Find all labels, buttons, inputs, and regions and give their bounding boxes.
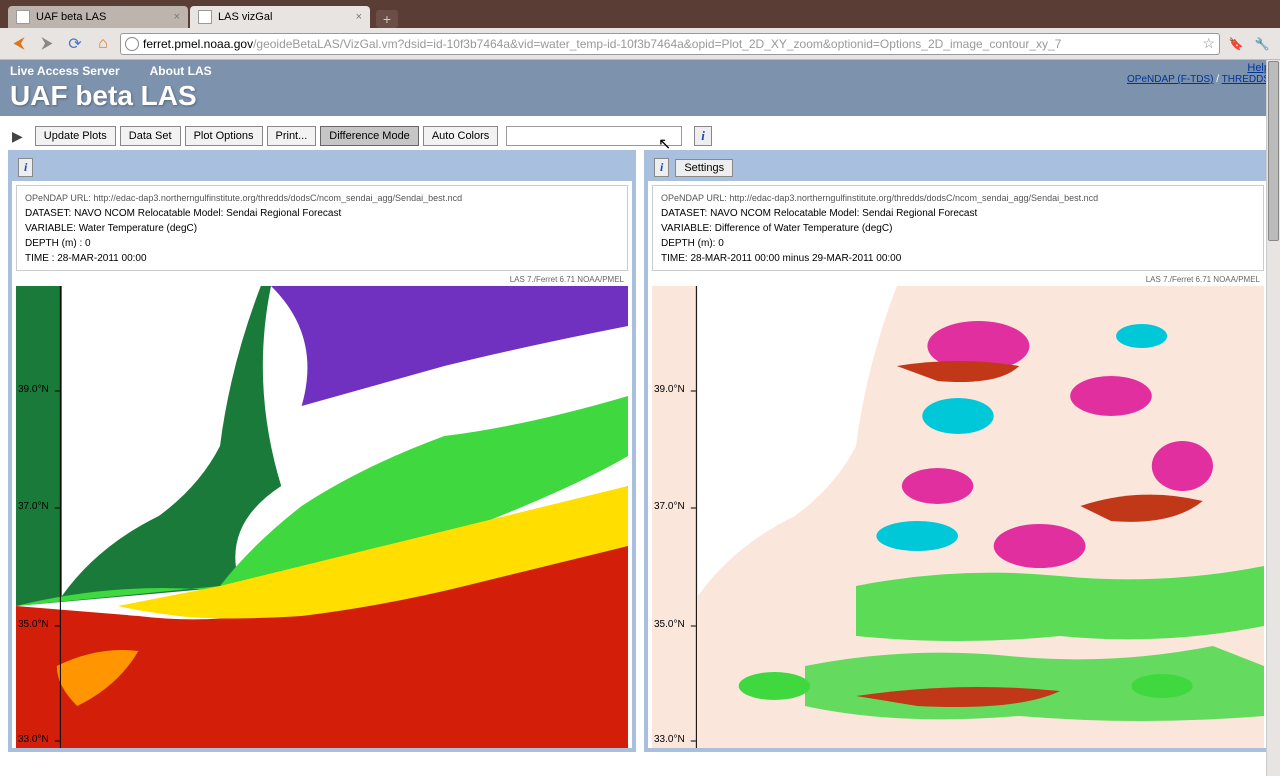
left-panel-header: i	[12, 154, 632, 181]
new-tab-button[interactable]: +	[376, 10, 398, 28]
tab-title: LAS vizGal	[218, 11, 272, 23]
close-icon[interactable]: ×	[174, 11, 180, 23]
thredds-link[interactable]: THREDDS	[1222, 74, 1270, 85]
right-panel-header: i Settings	[648, 154, 1268, 181]
nav-live-access-server[interactable]: Live Access Server	[10, 64, 120, 78]
browser-tab-strip: UAF beta LAS × LAS vizGal × +	[0, 0, 1280, 28]
browser-tab-uaf[interactable]: UAF beta LAS ×	[8, 6, 188, 28]
opendap-url: OPeNDAP URL: http://edac-dap3.northerngu…	[661, 192, 1255, 206]
time-label: TIME : 28-MAR-2011 00:00	[25, 251, 619, 266]
tab-title: UAF beta LAS	[36, 11, 106, 23]
left-panel-metadata: OPeNDAP URL: http://edac-dap3.northerngu…	[16, 185, 628, 271]
cursor-icon: ↖	[658, 134, 671, 154]
ytick: 33.0°N	[18, 734, 49, 745]
depth-label: DEPTH (m): 0	[661, 236, 1255, 251]
app-header: Live Access Server About LAS Help OPeNDA…	[0, 60, 1280, 116]
time-label: TIME: 28-MAR-2011 00:00 minus 29-MAR-201…	[661, 251, 1255, 266]
toolbar-input[interactable]	[506, 126, 682, 146]
globe-icon	[125, 37, 139, 51]
extension-icon[interactable]: 🔖	[1226, 34, 1246, 54]
settings-button[interactable]: Settings	[675, 159, 733, 177]
ytick: 37.0°N	[18, 501, 49, 512]
print-button[interactable]: Print...	[267, 126, 317, 146]
ytick: 39.0°N	[18, 384, 49, 395]
url-host: ferret.pmel.noaa.gov	[143, 37, 253, 51]
url-path: /geoideBetaLAS/VizGal.vm?dsid=id-10f3b74…	[253, 37, 1061, 51]
right-plot[interactable]: 39.0°N 37.0°N 35.0°N 33.0°N	[652, 286, 1264, 748]
close-icon[interactable]: ×	[356, 11, 362, 23]
depth-label: DEPTH (m) : 0	[25, 236, 619, 251]
tab-favicon	[198, 10, 212, 24]
variable-label: VARIABLE: Difference of Water Temperatur…	[661, 221, 1255, 236]
data-set-button[interactable]: Data Set	[120, 126, 181, 146]
ytick: 39.0°N	[654, 384, 685, 395]
plot-credit: LAS 7./Ferret 6.71 NOAA/PMEL	[648, 275, 1268, 286]
header-right-links: Help OPeNDAP (F-TDS) / THREDDS	[1127, 62, 1270, 85]
nav-about-las[interactable]: About LAS	[150, 64, 212, 78]
panel-info-button[interactable]: i	[654, 158, 669, 177]
scrollbar-thumb[interactable]	[1268, 61, 1279, 241]
bookmark-star-icon[interactable]: ☆	[1202, 35, 1215, 52]
plot-options-button[interactable]: Plot Options	[185, 126, 263, 146]
page-title: UAF beta LAS	[10, 80, 1270, 112]
plot-panels: i OPeNDAP URL: http://edac-dap3.northern…	[0, 150, 1280, 752]
opendap-url: OPeNDAP URL: http://edac-dap3.northerngu…	[25, 192, 619, 206]
forward-button[interactable]: ⮞	[36, 33, 58, 55]
plot-credit: LAS 7./Ferret 6.71 NOAA/PMEL	[12, 275, 632, 286]
dataset-label: DATASET: NAVO NCOM Relocatable Model: Se…	[25, 206, 619, 221]
url-bar[interactable]: ferret.pmel.noaa.gov/geoideBetaLAS/VizGa…	[120, 33, 1220, 55]
ytick: 35.0°N	[654, 619, 685, 630]
left-plot[interactable]: 39.0°N 37.0°N 35.0°N 33.0°N	[16, 286, 628, 748]
ytick: 35.0°N	[18, 619, 49, 630]
opendap-link[interactable]: OPeNDAP (F-TDS)	[1127, 74, 1214, 85]
app-toolbar: ▶ Update Plots Data Set Plot Options Pri…	[0, 116, 1280, 150]
browser-toolbar: ⮜ ⮞ ⟳ ⌂ ferret.pmel.noaa.gov/geoideBetaL…	[0, 28, 1280, 60]
difference-mode-button[interactable]: Difference Mode	[320, 126, 419, 146]
info-button[interactable]: i	[694, 126, 712, 146]
browser-tab-vizgal[interactable]: LAS vizGal ×	[190, 6, 370, 28]
auto-colors-button[interactable]: Auto Colors	[423, 126, 498, 146]
dataset-label: DATASET: NAVO NCOM Relocatable Model: Se…	[661, 206, 1255, 221]
reload-button[interactable]: ⟳	[64, 33, 86, 55]
play-icon[interactable]: ▶	[12, 128, 23, 145]
tab-favicon	[16, 10, 30, 24]
left-panel: i OPeNDAP URL: http://edac-dap3.northern…	[8, 150, 636, 752]
back-button[interactable]: ⮜	[8, 33, 30, 55]
ytick: 33.0°N	[654, 734, 685, 745]
right-panel-metadata: OPeNDAP URL: http://edac-dap3.northerngu…	[652, 185, 1264, 271]
ytick: 37.0°N	[654, 501, 685, 512]
panel-info-button[interactable]: i	[18, 158, 33, 177]
wrench-icon[interactable]: 🔧	[1252, 34, 1272, 54]
right-panel: i Settings OPeNDAP URL: http://edac-dap3…	[644, 150, 1272, 752]
vertical-scrollbar[interactable]	[1266, 60, 1280, 776]
update-plots-button[interactable]: Update Plots	[35, 126, 116, 146]
variable-label: VARIABLE: Water Temperature (degC)	[25, 221, 619, 236]
home-button[interactable]: ⌂	[92, 33, 114, 55]
